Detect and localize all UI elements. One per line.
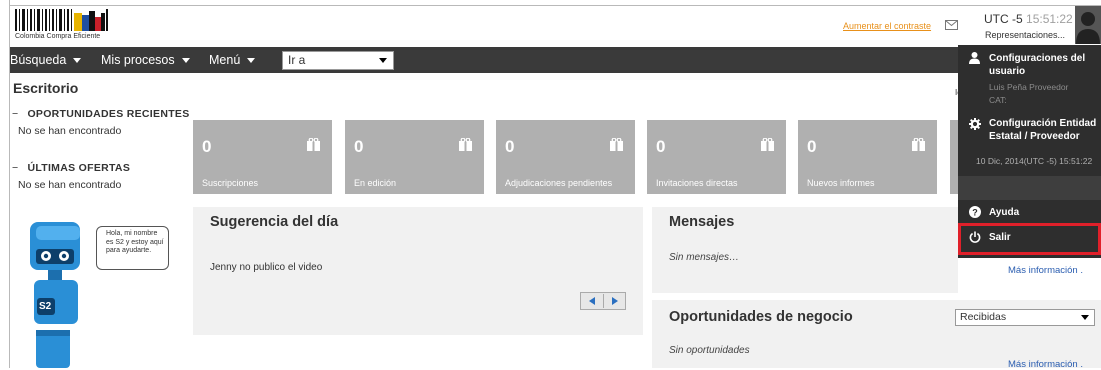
nav-mis-procesos[interactable]: Mis procesos	[101, 47, 190, 73]
logo-text: Colombia Compra Eficiente	[15, 33, 101, 40]
messages-empty: Sin mensajes…	[669, 252, 740, 263]
tile-label: Suscripciones	[202, 178, 259, 188]
page-title: Escritorio	[13, 80, 79, 96]
nav-menu[interactable]: Menú	[209, 47, 256, 73]
arrow-right-icon	[612, 297, 618, 305]
opportunities-filter-value: Recibidas	[960, 311, 1007, 323]
chevron-down-icon	[247, 58, 256, 64]
suggestion-title: Sugerencia del día	[210, 214, 339, 230]
menu-item-entity-settings[interactable]: Configuración Entidad Estatal / Proveedo…	[958, 117, 1101, 147]
assistant-badge: S2	[39, 301, 52, 312]
section-heading: ÚLTIMAS OFERTAS	[27, 162, 131, 174]
logo-barcode-icon	[15, 9, 108, 31]
goto-select[interactable]: Ir a	[282, 51, 394, 70]
gear-icon	[969, 118, 981, 130]
menu-item-user-settings[interactable]: Configuraciones del usuario Luis Peña Pr…	[958, 51, 1101, 113]
menu-item-label: Configuraciones del usuario	[989, 53, 1086, 77]
tile-in-edition[interactable]: 0 En edición	[345, 120, 484, 194]
menu-item-help[interactable]: ? Ayuda	[958, 205, 1101, 225]
user-name: Luis Peña Proveedor	[989, 82, 1069, 92]
opportunities-filter-select[interactable]: Recibidas	[955, 309, 1095, 326]
arrow-left-icon	[589, 297, 595, 305]
session-date: 10 Dic, 2014(UTC -5) 15:51:22	[976, 156, 1093, 166]
section-empty-text: No se han encontrado	[18, 125, 122, 137]
user-cat: CAT:	[989, 95, 1007, 105]
gift-icon	[610, 138, 623, 151]
utc-clock: UTC -5 15:51:22	[984, 12, 1073, 26]
user-session-box: UTC -5 15:51:22 Representaciones...	[978, 6, 1073, 46]
svg-text:?: ?	[972, 208, 978, 218]
menu-item-label: Ayuda	[989, 207, 1020, 218]
tile-subscriptions[interactable]: 0 Suscripciones	[193, 120, 332, 194]
chevron-down-icon	[73, 58, 82, 64]
gift-icon	[307, 138, 320, 151]
tile-partial	[950, 120, 958, 194]
menu-separator	[958, 176, 1101, 200]
tile-count: 0	[202, 137, 212, 156]
next-button[interactable]	[604, 293, 626, 309]
tile-count: 0	[807, 137, 817, 156]
chevron-down-icon	[1081, 315, 1089, 320]
nav-busqueda-label: Búsqueda	[10, 53, 67, 67]
gift-icon	[459, 138, 472, 151]
help-icon: ?	[969, 206, 981, 218]
opportunities-more-link[interactable]: Más información .	[1008, 359, 1083, 370]
gift-icon	[912, 138, 925, 151]
mail-icon[interactable]	[945, 20, 958, 30]
main-navbar: Búsqueda Mis procesos Menú Ir a	[10, 47, 958, 73]
messages-title: Mensajes	[669, 214, 735, 230]
menu-item-label: Configuración Entidad Estatal / Proveedo…	[989, 118, 1097, 142]
nav-menu-label: Menú	[209, 53, 241, 67]
section-empty-text: No se han encontrado	[18, 179, 122, 191]
tile-count: 0	[656, 137, 666, 156]
gift-icon	[761, 138, 774, 151]
opportunities-title: Oportunidades de negocio	[669, 309, 853, 325]
section-recent-opportunities[interactable]: − OPORTUNIDADES RECIENTES	[12, 108, 190, 120]
messages-more-link[interactable]: Más información .	[1008, 265, 1083, 276]
chevron-down-icon	[181, 58, 190, 64]
suggestion-text: Jenny no publico el video	[210, 262, 323, 273]
avatar[interactable]	[1075, 6, 1101, 44]
tile-label: Adjudicaciones pendientes	[505, 178, 613, 188]
collapse-icon: −	[12, 162, 19, 174]
contrast-link[interactable]: Aumentar el contraste	[843, 21, 931, 31]
nav-mis-procesos-label: Mis procesos	[101, 53, 175, 67]
utc-time: 15:51:22	[1026, 12, 1073, 26]
suggestion-pager	[580, 292, 626, 310]
header: Colombia Compra Eficiente Aumentar el co…	[10, 6, 1101, 46]
tile-label: Invitaciones directas	[656, 178, 738, 188]
chevron-down-icon	[379, 58, 387, 63]
goto-select-value: Ir a	[288, 53, 306, 67]
representations-button[interactable]: Representaciones...	[985, 30, 1065, 40]
tile-direct-invitations[interactable]: 0 Invitaciones directas	[647, 120, 786, 194]
user-silhouette-icon	[1076, 12, 1100, 44]
utc-label: UTC -5	[984, 12, 1023, 26]
tile-label: En edición	[354, 178, 397, 188]
highlight-box	[958, 223, 1101, 255]
opportunities-empty: Sin oportunidades	[669, 345, 750, 356]
nav-busqueda[interactable]: Búsqueda	[10, 47, 82, 73]
collapse-icon: −	[12, 108, 19, 120]
prev-button[interactable]	[581, 293, 603, 309]
tile-new-reports[interactable]: 0 Nuevos informes	[798, 120, 937, 194]
user-icon	[969, 52, 980, 64]
assistant-speech-bubble: Hola, mi nombre es S2 y estoy aquí para …	[96, 226, 169, 270]
tile-count: 0	[505, 137, 515, 156]
section-latest-offers[interactable]: − ÚLTIMAS OFERTAS	[12, 162, 130, 174]
tile-pending-awards[interactable]: 0 Adjudicaciones pendientes	[496, 120, 635, 194]
logo[interactable]: Colombia Compra Eficiente	[15, 9, 115, 43]
section-heading: OPORTUNIDADES RECIENTES	[27, 108, 190, 120]
tile-label: Nuevos informes	[807, 178, 875, 188]
tile-count: 0	[354, 137, 364, 156]
